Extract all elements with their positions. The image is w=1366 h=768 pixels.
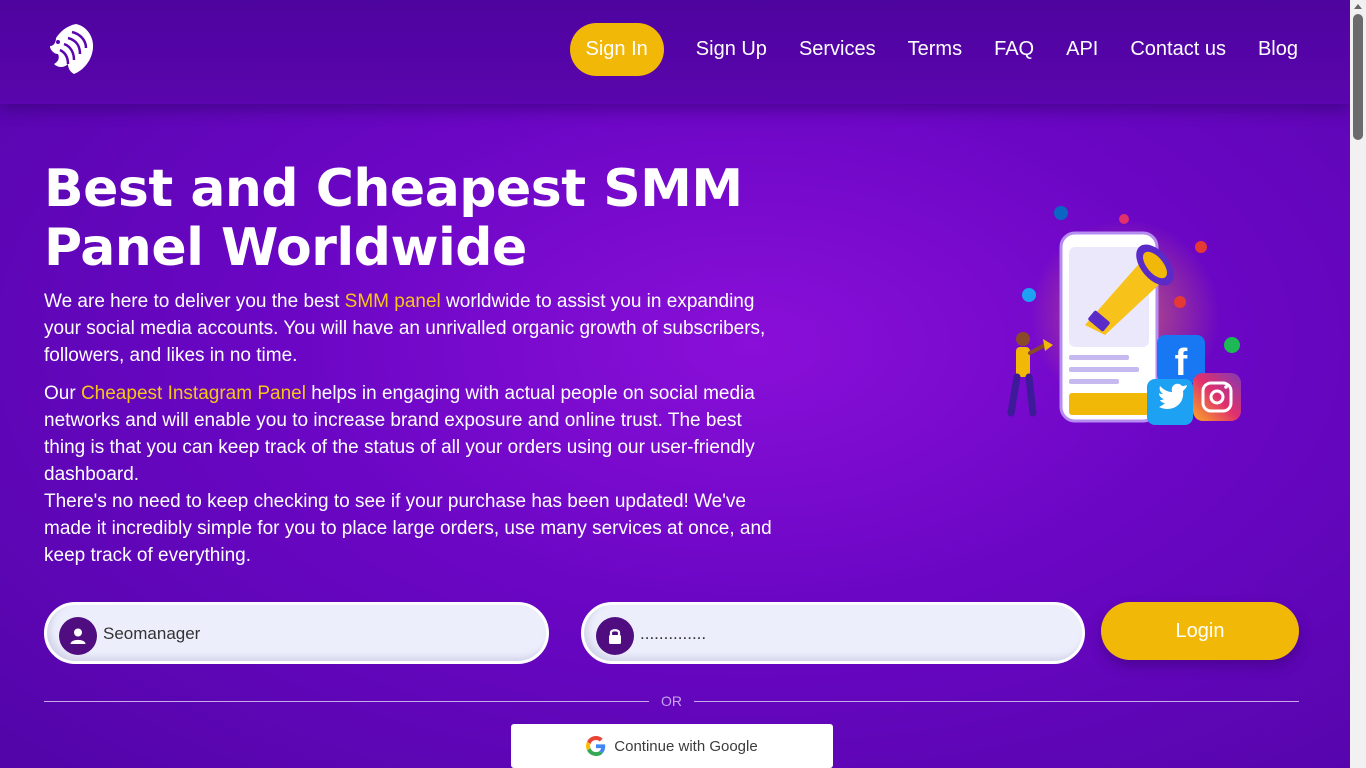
nav-blog-link[interactable]: Blog	[1258, 38, 1298, 61]
nav-api-link[interactable]: API	[1066, 38, 1098, 61]
p2-block: Our Cheapest Instagram Panel helps in en…	[44, 380, 784, 488]
username-field[interactable]	[44, 602, 549, 664]
login-button[interactable]: Login	[1101, 602, 1299, 660]
scroll-up-arrow-icon[interactable]	[1354, 4, 1362, 9]
nav-faq-link[interactable]: FAQ	[994, 38, 1034, 61]
lion-head-icon[interactable]	[46, 22, 96, 76]
social-media-illustration: f	[1007, 206, 1241, 425]
username-input[interactable]	[103, 619, 523, 649]
hero-paragraph-2: Our Cheapest Instagram Panel helps in en…	[44, 380, 784, 569]
nav-sign-up-link[interactable]: Sign Up	[696, 38, 767, 61]
nav-contact-link[interactable]: Contact us	[1130, 38, 1226, 61]
smm-panel-link[interactable]: SMM panel	[345, 291, 441, 312]
p1-text-start: We are here to deliver you the best	[44, 291, 345, 312]
divider-left	[44, 701, 649, 702]
site-header: Sign In Sign Up Services Terms FAQ API C…	[0, 0, 1350, 104]
nav-sign-in-button[interactable]: Sign In	[569, 22, 664, 76]
p3-block: There's no need to keep checking to see …	[44, 491, 772, 566]
lock-icon	[596, 617, 634, 655]
scroll-thumb[interactable]	[1353, 14, 1363, 140]
cheapest-instagram-panel-link[interactable]: Cheapest Instagram Panel	[81, 383, 306, 404]
nav-terms-link[interactable]: Terms	[908, 38, 962, 61]
nav-services-link[interactable]: Services	[799, 38, 876, 61]
google-icon	[586, 736, 606, 756]
divider-right	[694, 701, 1299, 702]
main-nav: Sign In Sign Up Services Terms FAQ API C…	[569, 22, 1298, 76]
p2-text-start: Our	[44, 383, 81, 404]
page-scrollbar[interactable]	[1350, 0, 1366, 768]
svg-text:f: f	[1175, 342, 1188, 384]
or-separator: OR	[661, 693, 682, 709]
password-field[interactable]	[581, 602, 1085, 664]
hero-title: Best and Cheapest SMM Panel Worldwide	[44, 159, 743, 278]
user-icon	[59, 617, 97, 655]
continue-with-google-button[interactable]: Continue with Google	[511, 724, 833, 768]
password-input[interactable]	[640, 619, 1060, 649]
google-button-label: Continue with Google	[614, 737, 758, 755]
hero-paragraph-1: We are here to deliver you the best SMM …	[44, 288, 784, 369]
